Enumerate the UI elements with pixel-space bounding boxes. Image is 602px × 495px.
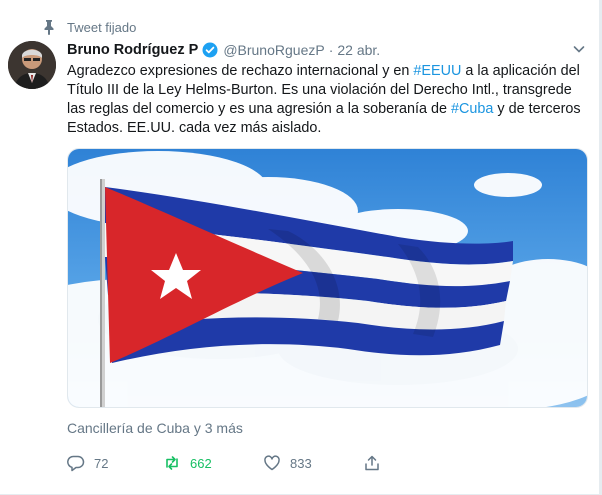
tweet-timestamp[interactable]: 22 abr. xyxy=(337,42,380,58)
media-credit-link[interactable]: Cancillería de Cuba y 3 más xyxy=(67,420,243,436)
tweet-header: Bruno Rodríguez P @BrunoRguezP · 22 abr. xyxy=(67,40,586,60)
author-username[interactable]: @BrunoRguezP xyxy=(223,42,324,58)
tweet-text: Agradezco expresiones de rechazo interna… xyxy=(67,62,587,138)
tweet-text-segment: Agradezco expresiones de rechazo interna… xyxy=(67,63,414,79)
share-button[interactable] xyxy=(363,452,390,474)
avatar[interactable] xyxy=(8,41,56,89)
hashtag-link[interactable]: #Cuba xyxy=(451,101,493,117)
verified-badge-icon xyxy=(202,42,218,58)
header-separator: · xyxy=(328,42,334,58)
like-button[interactable]: 833 xyxy=(263,452,312,474)
pinned-indicator: Tweet fijado xyxy=(42,18,136,36)
pinned-label: Tweet fijado xyxy=(67,19,137,35)
retweet-button[interactable]: 662 xyxy=(163,452,212,474)
reply-count: 72 xyxy=(94,455,109,471)
retweet-icon xyxy=(166,456,178,470)
reply-icon xyxy=(67,455,85,472)
pinned-tweet[interactable]: Tweet fijado Bruno Rodríguez P @BrunoRgu… xyxy=(0,0,602,495)
retweet-count: 662 xyxy=(190,455,212,471)
tweet-media-image[interactable] xyxy=(67,148,588,408)
hashtag-link[interactable]: #EEUU xyxy=(413,63,461,79)
share-icon xyxy=(365,455,379,471)
like-count: 833 xyxy=(290,455,312,471)
author-display-name[interactable]: Bruno Rodríguez P xyxy=(67,42,198,58)
tweet-actions: 72 662 833 xyxy=(67,452,397,474)
pin-icon xyxy=(42,19,56,35)
reply-button[interactable]: 72 xyxy=(67,452,108,474)
chevron-down-icon[interactable] xyxy=(572,42,586,56)
heart-icon xyxy=(264,455,280,471)
